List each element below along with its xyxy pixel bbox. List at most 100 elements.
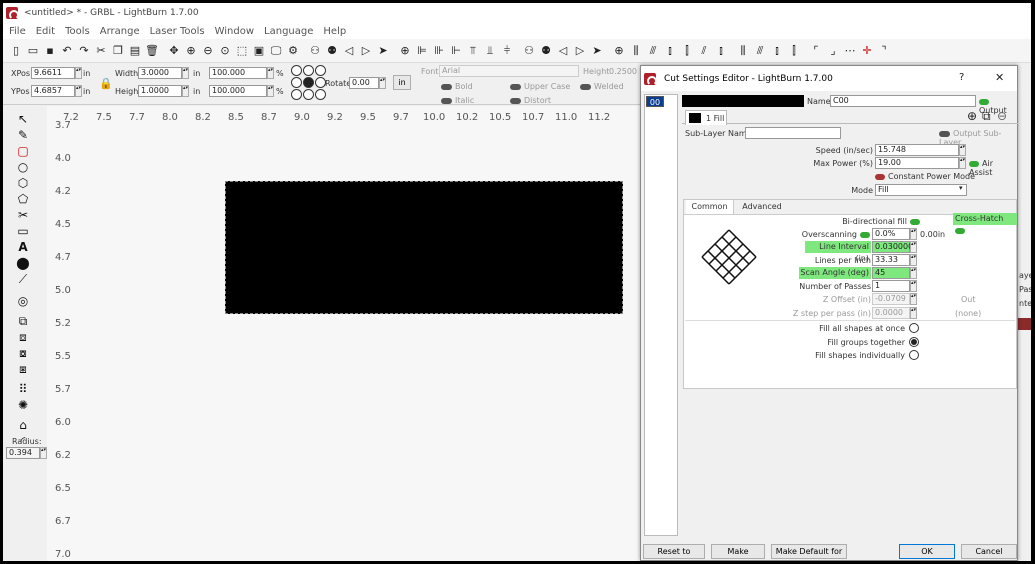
mirror-v-icon[interactable]: ▷ [359,44,373,58]
constant-power-toggle[interactable]: Constant Power Mode [875,172,975,181]
height-spinner[interactable]: ▴▾ [182,85,189,97]
crosshair-icon[interactable]: ✛ [860,44,874,58]
zoom-selection-icon[interactable]: ⬚ [235,44,249,58]
anchor-tc[interactable] [303,65,314,76]
bold-toggle[interactable]: Bold [441,82,473,91]
anchor-bc[interactable] [303,89,314,100]
zoom-in-icon[interactable]: ⊕ [184,44,198,58]
overscan-input[interactable]: 0.0% [872,228,910,240]
zstep-spinner[interactable]: ▴▾ [910,307,917,319]
group2-icon[interactable]: ⚇ [522,44,536,58]
dist-v-icon[interactable]: ⫻ [646,44,660,58]
distort-toggle[interactable]: Distort [510,96,551,105]
uppercase-toggle[interactable]: Upper Case [510,82,570,91]
send-icon[interactable]: ➤ [376,44,390,58]
help-button[interactable]: ? [959,72,964,83]
interval-spinner[interactable]: ▴▾ [910,241,917,253]
anchor-ml[interactable] [291,77,302,88]
crosshatch-toggle[interactable]: Cross-Hatch [953,213,1017,234]
speed-input[interactable]: 15.748 [875,144,959,156]
boolean-weld-icon[interactable]: ⧆ [15,361,31,377]
layer-color-swatch[interactable] [682,95,804,107]
distribute-icon[interactable]: ⊕ [612,44,626,58]
flip-v-icon[interactable]: ▷ [573,44,587,58]
ungroup-icon[interactable]: ⚉ [325,44,339,58]
copy-icon[interactable]: ❐ [111,44,125,58]
move-icon[interactable]: ✥ [167,44,181,58]
polygon-icon[interactable]: ⬡ [15,175,31,191]
measure-icon[interactable]: ⟋ [15,271,31,287]
ungroup2-icon[interactable]: ⚉ [539,44,553,58]
ypos-input[interactable]: 4.6857 [31,85,75,97]
copy-sublayer-icon[interactable]: ⧉ [982,110,991,123]
menu-window[interactable]: Window [215,26,254,37]
open-icon[interactable]: ▭ [26,44,40,58]
corner-icon[interactable]: ⌂ [15,417,31,433]
zoffset-input[interactable]: -0.0709 [872,293,910,305]
font-select[interactable]: Arial [439,65,579,77]
zstep-mode[interactable]: (none) [955,309,981,318]
fill-indiv-radio[interactable] [909,350,919,360]
dock-a-icon[interactable]: ⌜ [809,44,823,58]
space-c-icon[interactable]: ⫾ [770,44,784,58]
text-icon[interactable]: A [15,239,31,255]
menu-language[interactable]: Language [264,26,313,37]
send2-icon[interactable]: ➤ [590,44,604,58]
height-input[interactable]: 1.0000 [138,85,182,97]
welded-toggle[interactable]: Welded [580,82,624,91]
radius-spinner[interactable]: ▴▾ [40,447,47,459]
cut-icon[interactable]: ✂ [94,44,108,58]
circular-array-icon[interactable]: ✺ [15,397,31,413]
rectangle-icon[interactable]: ▢ [15,143,31,159]
frame-icon[interactable]: ▣ [252,44,266,58]
space-d-icon[interactable]: ⫿ [787,44,801,58]
zoffset-direction[interactable]: Out [961,295,976,304]
rotate-spinner[interactable]: ▴▾ [379,77,386,89]
close-icon[interactable]: ✕ [995,71,1004,84]
rotate-input[interactable]: 0.00 [349,77,379,89]
angle-input[interactable]: 45 [872,267,910,279]
xpos-spinner[interactable]: ▴▾ [75,67,82,79]
save-icon[interactable]: ▪ [43,44,57,58]
position-icon[interactable]: ⬤ [15,255,31,271]
boolean-union-icon[interactable]: ⧉ [15,313,31,329]
monitor-icon[interactable]: 🖵 [269,44,283,58]
dock-b-icon[interactable]: ⌟ [826,44,840,58]
scale-height-spinner[interactable]: ▴▾ [267,85,274,97]
dock-c-icon[interactable]: ⋯ [843,44,857,58]
pen-icon[interactable]: ✎ [15,127,31,143]
italic-toggle[interactable]: Italic [441,96,474,105]
scale-width-spinner[interactable]: ▴▾ [267,67,274,79]
mirror-h-icon[interactable]: ◁ [342,44,356,58]
anchor-br[interactable] [315,89,326,100]
space-a-icon[interactable]: ⫼ [736,44,750,58]
layer-item[interactable]: 00 [646,96,664,107]
scale-width-input[interactable]: 100.000 [209,67,267,79]
new-icon[interactable]: ▯ [9,44,23,58]
frame-icon[interactable]: ▭ [15,223,31,239]
align-middle-icon[interactable]: ⫫ [483,44,497,58]
add-sublayer-icon[interactable]: ⊕ [967,110,977,123]
make-default-button[interactable]: Make Default [711,544,765,561]
radius-input[interactable]: 0.394 [6,447,40,459]
anchor-tl[interactable] [291,65,302,76]
lock-icon[interactable]: 🔒 [99,77,113,90]
units-toggle-button[interactable]: in [393,75,411,90]
ypos-spinner[interactable]: ▴▾ [75,85,82,97]
offset-icon[interactable]: ◎ [15,293,31,309]
xpos-input[interactable]: 9.6611 [31,67,75,79]
passes-spinner[interactable]: ▴▾ [910,280,917,292]
anchor-center[interactable] [303,77,314,88]
lpi-spinner[interactable]: ▴▾ [910,254,917,266]
passes-input[interactable]: 1 [872,280,910,292]
align-bottom-icon[interactable]: ⫩ [500,44,514,58]
cancel-button[interactable]: Cancel [961,544,1017,559]
edit-nodes-icon[interactable]: ⬠ [15,191,31,207]
ok-button[interactable]: OK [899,544,955,559]
paste-icon[interactable]: ▤ [128,44,142,58]
angle-spinner[interactable]: ▴▾ [910,267,917,279]
select-icon[interactable]: ↖ [15,111,31,127]
space-b-icon[interactable]: ⫻ [753,44,767,58]
zoffset-spinner[interactable]: ▴▾ [910,293,917,305]
cut-shapes-icon[interactable]: ✂ [15,207,31,223]
